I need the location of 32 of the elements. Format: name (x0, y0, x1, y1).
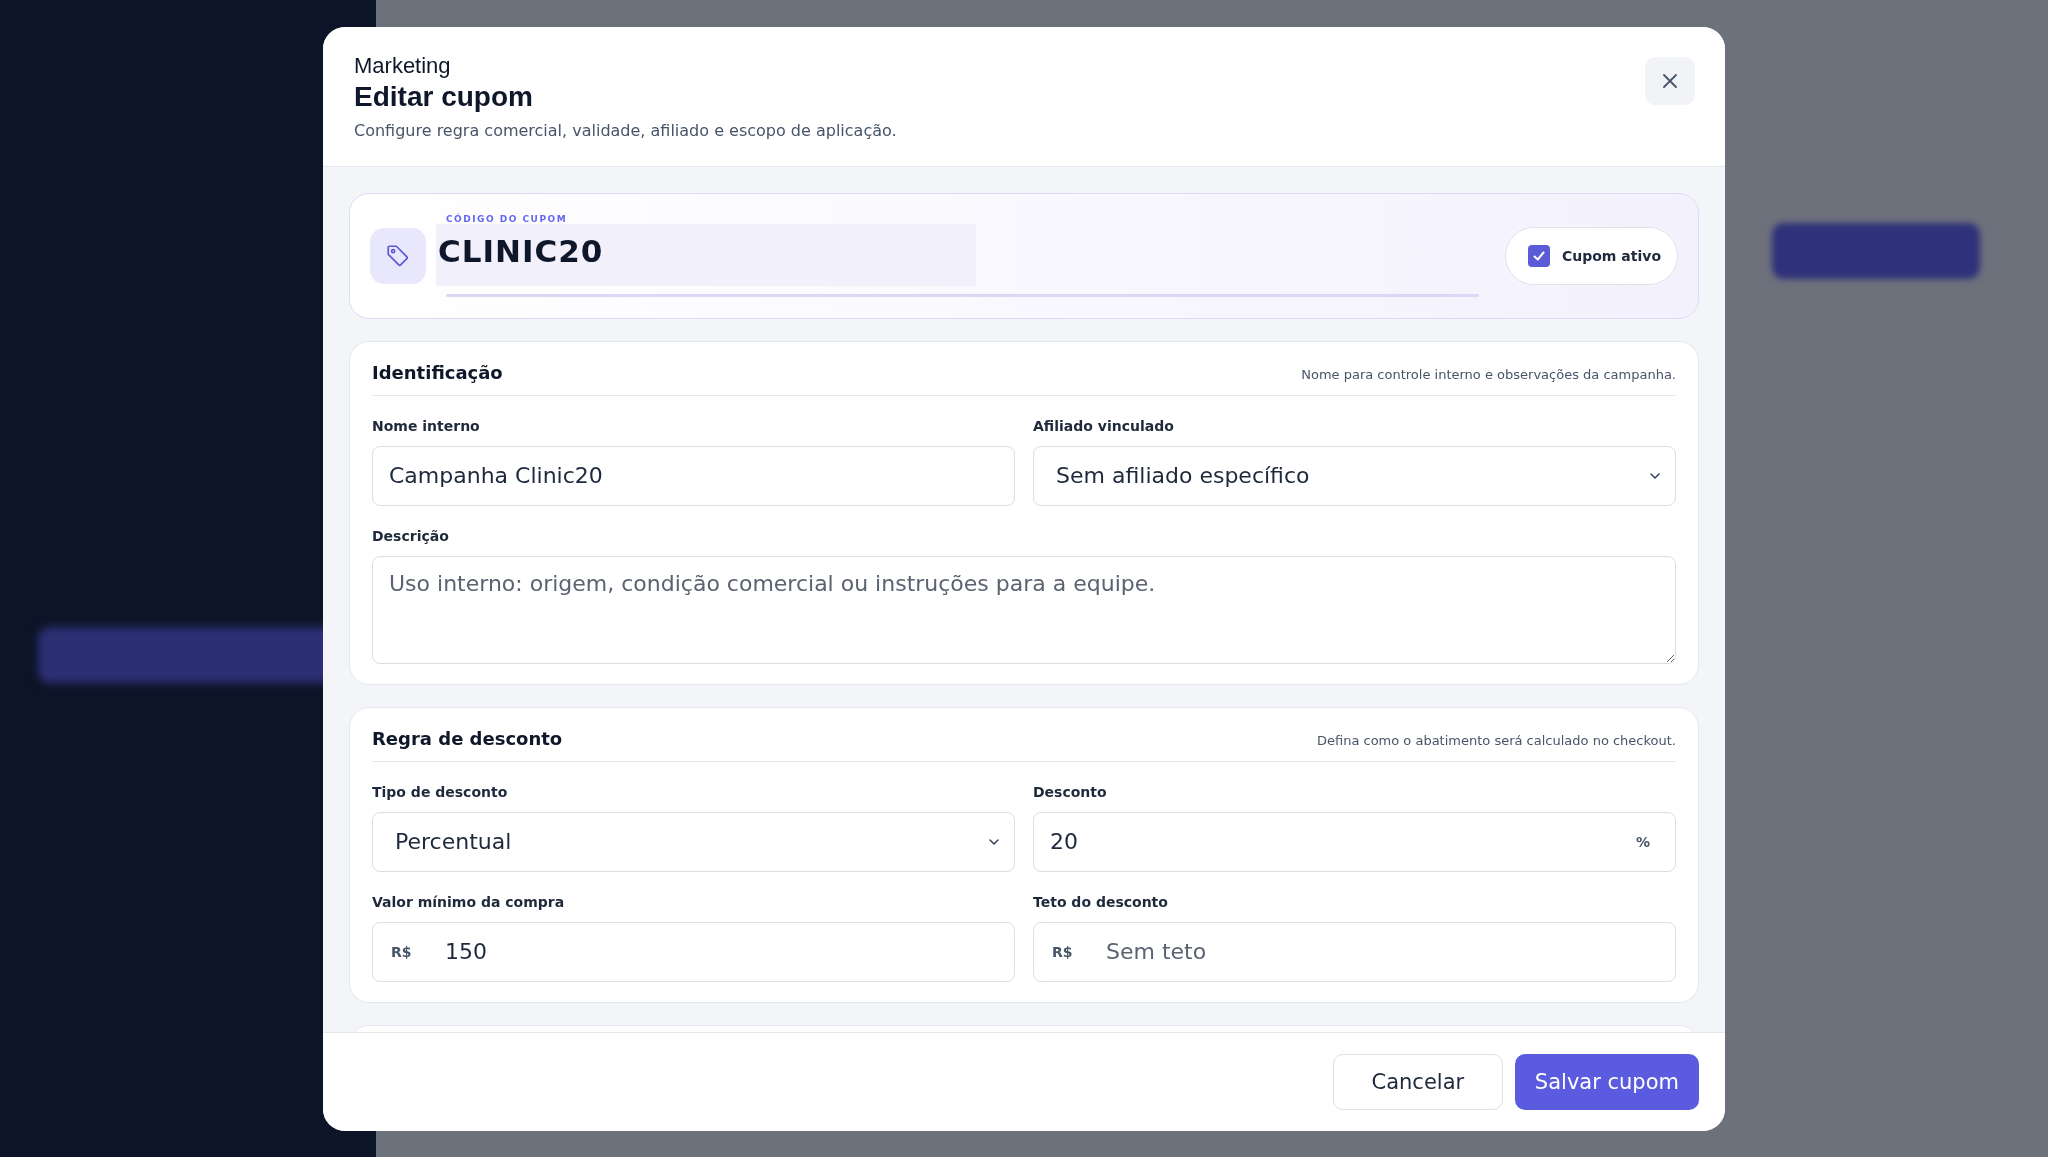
unit-label: % (1635, 832, 1650, 851)
save-button[interactable]: Salvar cupom (1514, 1053, 1699, 1110)
close-button[interactable] (1645, 56, 1695, 105)
field-label: Desconto (1033, 783, 1108, 800)
modal-title: Editar cupom (354, 80, 534, 113)
field-label: Afiliado vinculado (1033, 417, 1175, 434)
field-label: Tipo de desconto (372, 783, 509, 800)
section-hint: Defina como o abatimento será calculado no checkout. (1316, 732, 1676, 748)
checkbox[interactable] (1527, 244, 1550, 267)
tag-icon (385, 242, 411, 269)
field-label: Descrição (372, 527, 450, 544)
checkmark-icon (1531, 248, 1546, 263)
modal-subtitle: Configure regra comercial, validade, afiliado e escopo de aplicação. (354, 120, 897, 140)
select-field[interactable]: Percentual (372, 811, 1015, 872)
section-title: Regra de desconto (372, 727, 563, 749)
coupon-code-field[interactable]: CLINIC20 (436, 224, 976, 286)
textarea-field[interactable]: Uso interno: origem, condição comercial ou instruções para a equipe. (372, 555, 1676, 664)
section-hint: Nome para controle interno e observações da campanha. (1301, 366, 1676, 382)
select-field[interactable]: Sem afiliado específico (1033, 445, 1676, 506)
coupon-code-label: CÓDIGO DO CUPOM (446, 214, 569, 224)
unit-label: R$ (1052, 942, 1073, 961)
field-label: Nome interno (372, 417, 481, 434)
checkbox-label: Cupom ativo (1561, 247, 1661, 264)
modal-eyebrow: Marketing (354, 52, 452, 79)
close-icon (1661, 71, 1679, 90)
field-label: Teto do desconto (1033, 893, 1169, 910)
section-title: Identificação (372, 361, 503, 383)
unit-label: R$ (391, 942, 412, 961)
text-input[interactable]: Campanha Clinic20 (372, 445, 1015, 506)
field-label: Valor mínimo da compra (372, 893, 566, 910)
cancel-button[interactable]: Cancelar (1332, 1053, 1503, 1110)
active-toggle[interactable]: Cupom ativo (1504, 226, 1678, 285)
